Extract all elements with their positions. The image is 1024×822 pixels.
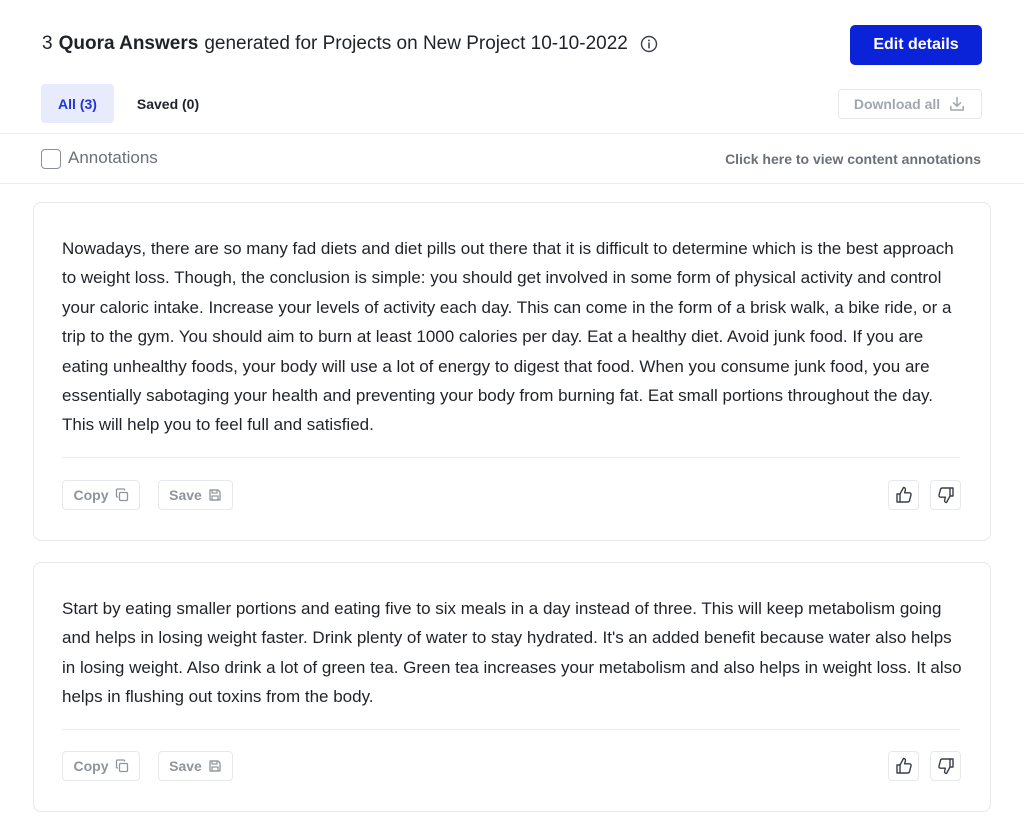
answer-text: Start by eating smaller portions and eat… xyxy=(62,599,962,707)
save-button[interactable]: Save xyxy=(158,480,233,510)
thumbs-up-icon xyxy=(894,756,914,776)
answer-card: Start by eating smaller portions and eat… xyxy=(33,562,991,812)
copy-label: Copy xyxy=(73,758,109,774)
thumbs-down-button[interactable] xyxy=(930,751,961,781)
tab-all[interactable]: All (3) xyxy=(41,84,114,123)
annotations-bar: Annotations Click here to view content a… xyxy=(0,134,1024,184)
download-all-button[interactable]: Download all xyxy=(838,89,982,119)
annotations-label[interactable]: Annotations xyxy=(68,148,158,168)
page-header: 3 Quora Answers generated for Projects o… xyxy=(0,0,1024,134)
save-label: Save xyxy=(169,758,202,774)
answer-text: Nowadays, there are so many fad diets an… xyxy=(62,239,954,435)
info-icon[interactable] xyxy=(640,35,658,53)
title-description: generated for Projects on New Project 10… xyxy=(204,33,628,54)
copy-button[interactable]: Copy xyxy=(62,480,140,510)
download-all-label: Download all xyxy=(853,96,941,112)
save-button[interactable]: Save xyxy=(158,751,233,781)
edit-details-button[interactable]: Edit details xyxy=(850,25,982,65)
copy-button[interactable]: Copy xyxy=(62,751,140,781)
copy-icon xyxy=(115,759,129,773)
download-icon xyxy=(948,95,966,113)
view-annotations-link[interactable]: Click here to view content annotations xyxy=(725,151,981,167)
thumbs-up-button[interactable] xyxy=(888,480,919,510)
copy-label: Copy xyxy=(73,487,109,503)
floppy-disk-icon xyxy=(208,759,222,773)
card-divider xyxy=(62,457,960,458)
annotations-checkbox[interactable] xyxy=(41,149,61,169)
thumbs-down-button[interactable] xyxy=(930,480,961,510)
answer-card: Nowadays, there are so many fad diets an… xyxy=(33,202,991,541)
thumbs-up-button[interactable] xyxy=(888,751,919,781)
thumbs-down-icon xyxy=(936,756,956,776)
copy-icon xyxy=(115,488,129,502)
tab-saved[interactable]: Saved (0) xyxy=(120,84,216,123)
page-title: 3 Quora Answers generated for Projects o… xyxy=(42,33,658,55)
thumbs-up-icon xyxy=(894,485,914,505)
thumbs-down-icon xyxy=(936,485,956,505)
card-divider xyxy=(62,729,960,730)
floppy-disk-icon xyxy=(208,488,222,502)
save-label: Save xyxy=(169,487,202,503)
content-type-label: Quora Answers xyxy=(58,33,199,54)
answer-count: 3 xyxy=(42,33,53,54)
